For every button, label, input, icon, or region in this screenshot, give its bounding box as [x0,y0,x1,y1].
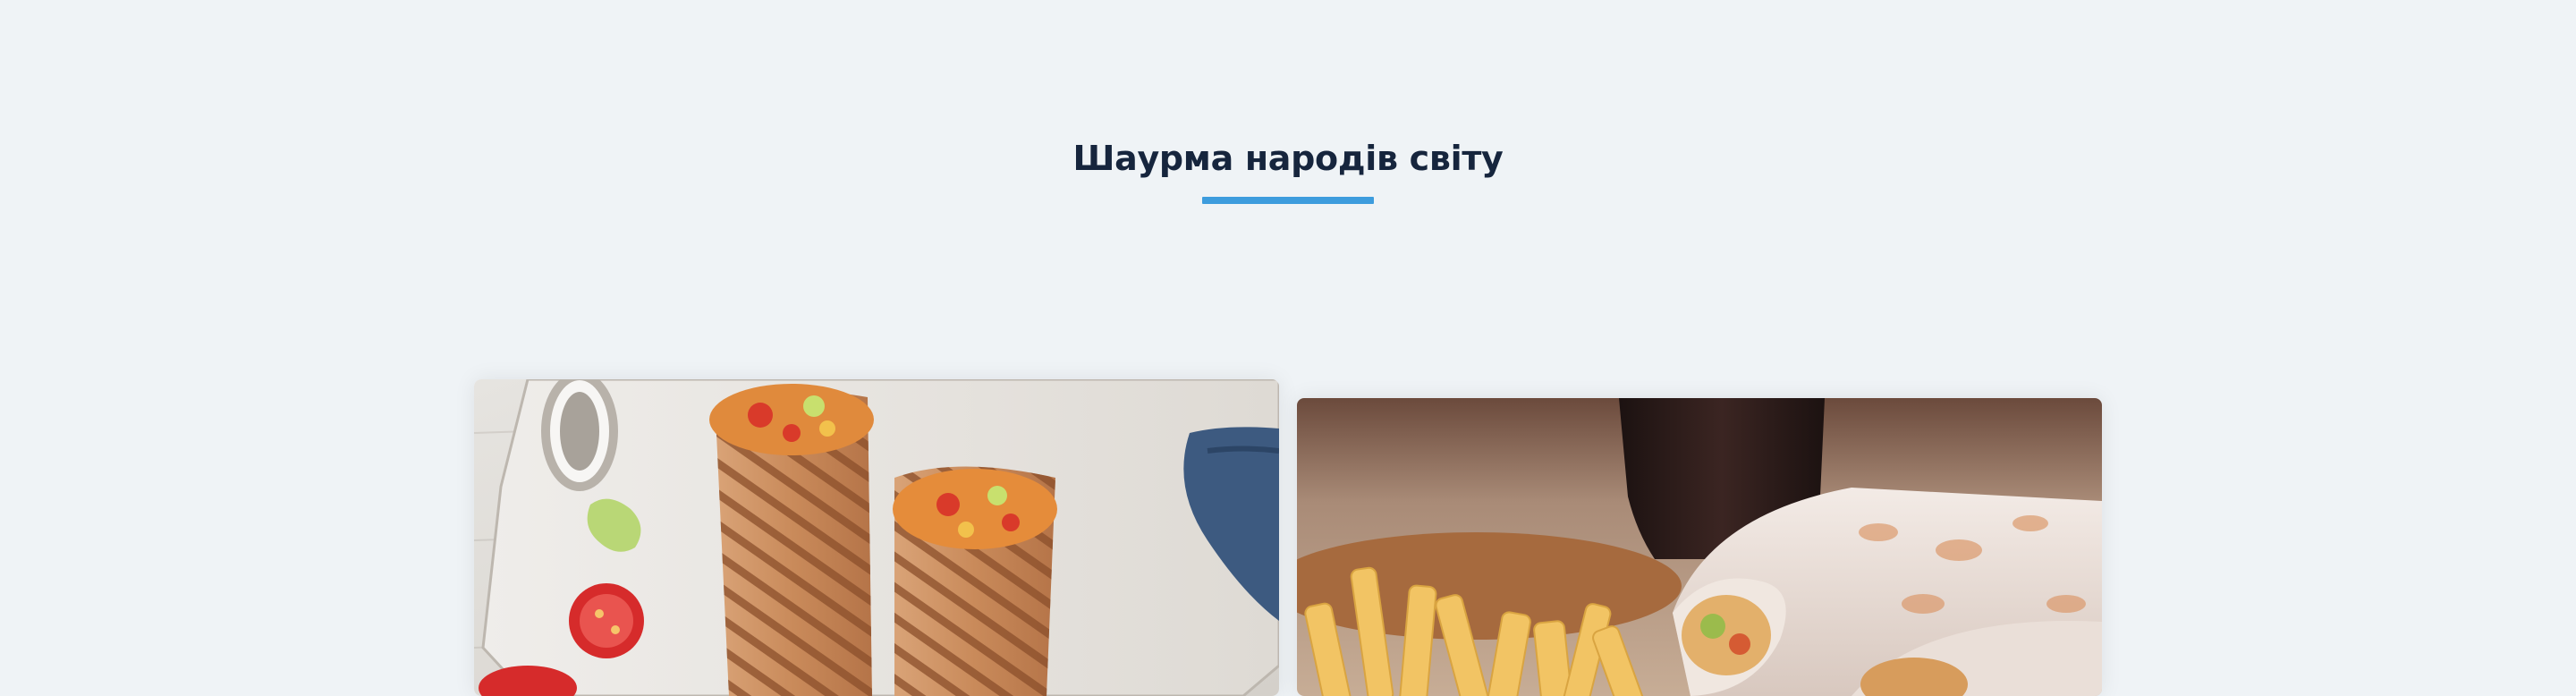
section-header: Шаурма народів світу [0,139,2576,204]
title-underline [1202,197,1374,204]
shawarma-fries-photo [1297,398,2102,696]
shawarma-card[interactable] [1297,398,2102,696]
section-title: Шаурма народів світу [1072,139,1504,178]
shawarma-board-photo [474,379,1279,696]
shawarma-card[interactable] [474,379,1279,696]
